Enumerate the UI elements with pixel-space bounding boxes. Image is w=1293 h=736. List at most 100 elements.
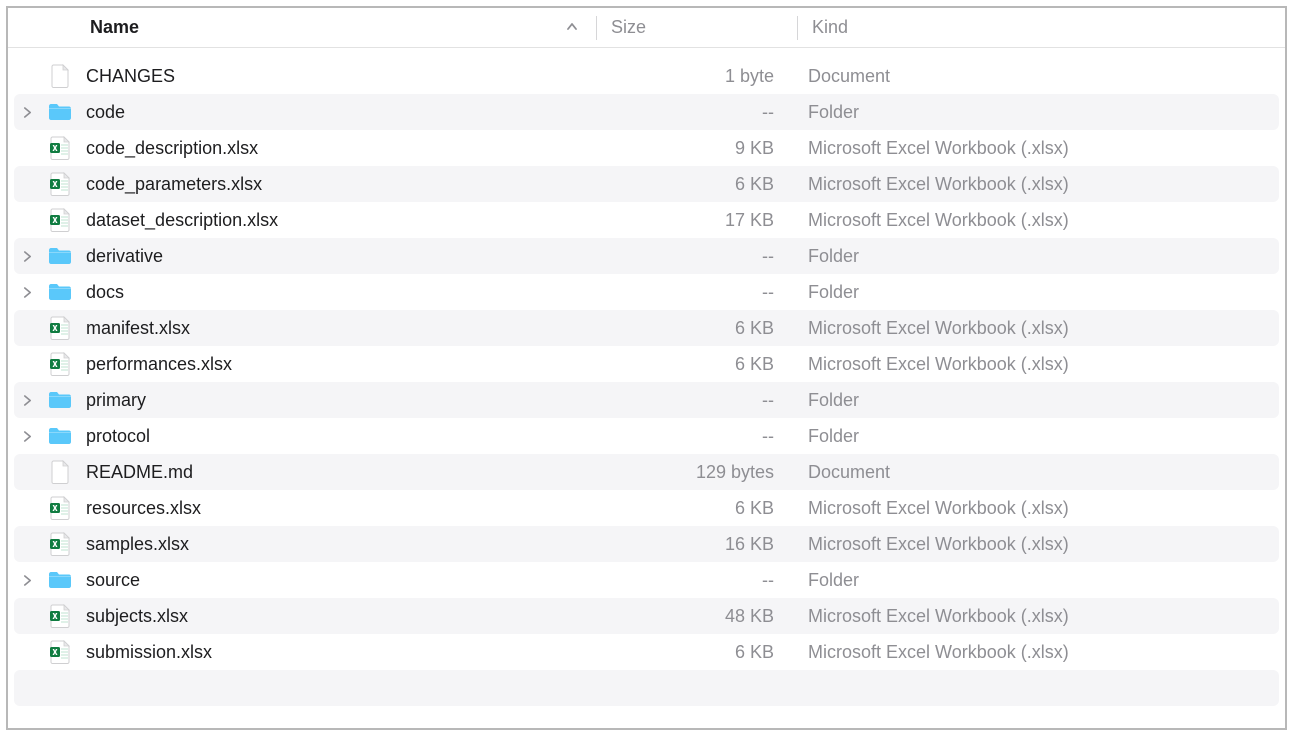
xlsx-icon	[44, 490, 76, 526]
file-size: 48 KB	[594, 606, 794, 627]
file-size: --	[594, 246, 794, 267]
file-kind: Microsoft Excel Workbook (.xlsx)	[794, 354, 1279, 375]
folder-icon	[44, 562, 76, 598]
file-kind: Folder	[794, 570, 1279, 591]
xlsx-icon	[44, 130, 76, 166]
file-size: --	[594, 570, 794, 591]
file-list-window: Name Size Kind CHANGES1 byteDocumentcode…	[6, 6, 1287, 730]
file-size: --	[594, 390, 794, 411]
file-row[interactable]: subjects.xlsx48 KBMicrosoft Excel Workbo…	[14, 598, 1279, 634]
file-row[interactable]: code--Folder	[14, 94, 1279, 130]
file-size: 6 KB	[594, 318, 794, 339]
trailing-stripe	[14, 670, 1279, 706]
file-row[interactable]: resources.xlsx6 KBMicrosoft Excel Workbo…	[14, 490, 1279, 526]
file-row[interactable]: source--Folder	[14, 562, 1279, 598]
file-name[interactable]: samples.xlsx	[86, 534, 594, 555]
chevron-right-icon	[23, 395, 32, 406]
column-header-kind-label: Kind	[812, 17, 848, 38]
file-row[interactable]: dataset_description.xlsx17 KBMicrosoft E…	[14, 202, 1279, 238]
file-name[interactable]: manifest.xlsx	[86, 318, 594, 339]
xlsx-icon	[44, 166, 76, 202]
file-kind: Document	[794, 66, 1279, 87]
file-kind: Microsoft Excel Workbook (.xlsx)	[794, 498, 1279, 519]
file-row[interactable]: manifest.xlsx6 KBMicrosoft Excel Workboo…	[14, 310, 1279, 346]
file-kind: Microsoft Excel Workbook (.xlsx)	[794, 642, 1279, 663]
file-size: 6 KB	[594, 642, 794, 663]
xlsx-icon	[44, 598, 76, 634]
folder-icon	[44, 238, 76, 274]
file-row[interactable]: submission.xlsx6 KBMicrosoft Excel Workb…	[14, 634, 1279, 670]
file-row[interactable]: code_description.xlsx9 KBMicrosoft Excel…	[14, 130, 1279, 166]
file-name[interactable]: derivative	[86, 246, 594, 267]
file-name[interactable]: CHANGES	[86, 66, 594, 87]
file-row[interactable]: samples.xlsx16 KBMicrosoft Excel Workboo…	[14, 526, 1279, 562]
file-name[interactable]: source	[86, 570, 594, 591]
doc-icon	[44, 454, 76, 490]
chevron-right-icon	[23, 575, 32, 586]
xlsx-icon	[44, 202, 76, 238]
file-name[interactable]: README.md	[86, 462, 594, 483]
column-header-kind[interactable]: Kind	[798, 8, 1285, 47]
disclosure-triangle[interactable]	[14, 251, 34, 262]
file-kind: Folder	[794, 102, 1279, 123]
file-name[interactable]: code_description.xlsx	[86, 138, 594, 159]
xlsx-icon	[44, 634, 76, 670]
folder-icon	[44, 382, 76, 418]
file-size: 6 KB	[594, 354, 794, 375]
disclosure-triangle[interactable]	[14, 107, 34, 118]
file-kind: Microsoft Excel Workbook (.xlsx)	[794, 210, 1279, 231]
file-row[interactable]: code_parameters.xlsx6 KBMicrosoft Excel …	[14, 166, 1279, 202]
doc-icon	[44, 58, 76, 94]
disclosure-triangle[interactable]	[14, 287, 34, 298]
column-header-row: Name Size Kind	[8, 8, 1285, 48]
disclosure-triangle[interactable]	[14, 431, 34, 442]
file-row[interactable]: performances.xlsx6 KBMicrosoft Excel Wor…	[14, 346, 1279, 382]
chevron-right-icon	[23, 287, 32, 298]
file-name[interactable]: protocol	[86, 426, 594, 447]
column-header-size-label: Size	[611, 17, 646, 38]
file-kind: Microsoft Excel Workbook (.xlsx)	[794, 534, 1279, 555]
column-header-name[interactable]: Name	[8, 8, 596, 47]
file-size: 1 byte	[594, 66, 794, 87]
file-size: --	[594, 102, 794, 123]
disclosure-triangle[interactable]	[14, 575, 34, 586]
file-name[interactable]: code_parameters.xlsx	[86, 174, 594, 195]
file-name[interactable]: subjects.xlsx	[86, 606, 594, 627]
file-name[interactable]: docs	[86, 282, 594, 303]
file-size: --	[594, 282, 794, 303]
file-row[interactable]: docs--Folder	[14, 274, 1279, 310]
file-size: 129 bytes	[594, 462, 794, 483]
file-size: --	[594, 426, 794, 447]
chevron-right-icon	[23, 251, 32, 262]
file-row[interactable]: CHANGES1 byteDocument	[14, 58, 1279, 94]
disclosure-triangle[interactable]	[14, 395, 34, 406]
column-header-size[interactable]: Size	[597, 8, 797, 47]
file-row[interactable]: primary--Folder	[14, 382, 1279, 418]
file-kind: Folder	[794, 282, 1279, 303]
file-size: 9 KB	[594, 138, 794, 159]
file-kind: Folder	[794, 246, 1279, 267]
chevron-right-icon	[23, 107, 32, 118]
file-row[interactable]: derivative--Folder	[14, 238, 1279, 274]
file-rows: CHANGES1 byteDocumentcode--Foldercode_de…	[8, 48, 1285, 670]
file-kind: Microsoft Excel Workbook (.xlsx)	[794, 318, 1279, 339]
file-name[interactable]: code	[86, 102, 594, 123]
folder-icon	[44, 418, 76, 454]
file-kind: Microsoft Excel Workbook (.xlsx)	[794, 138, 1279, 159]
folder-icon	[44, 274, 76, 310]
file-row[interactable]: README.md129 bytesDocument	[14, 454, 1279, 490]
xlsx-icon	[44, 526, 76, 562]
file-size: 6 KB	[594, 498, 794, 519]
file-kind: Folder	[794, 426, 1279, 447]
file-kind: Microsoft Excel Workbook (.xlsx)	[794, 606, 1279, 627]
file-name[interactable]: primary	[86, 390, 594, 411]
file-name[interactable]: performances.xlsx	[86, 354, 594, 375]
file-row[interactable]: protocol--Folder	[14, 418, 1279, 454]
xlsx-icon	[44, 346, 76, 382]
sort-ascending-icon	[566, 20, 578, 36]
xlsx-icon	[44, 310, 76, 346]
file-name[interactable]: submission.xlsx	[86, 642, 594, 663]
file-name[interactable]: resources.xlsx	[86, 498, 594, 519]
file-size: 16 KB	[594, 534, 794, 555]
file-name[interactable]: dataset_description.xlsx	[86, 210, 594, 231]
